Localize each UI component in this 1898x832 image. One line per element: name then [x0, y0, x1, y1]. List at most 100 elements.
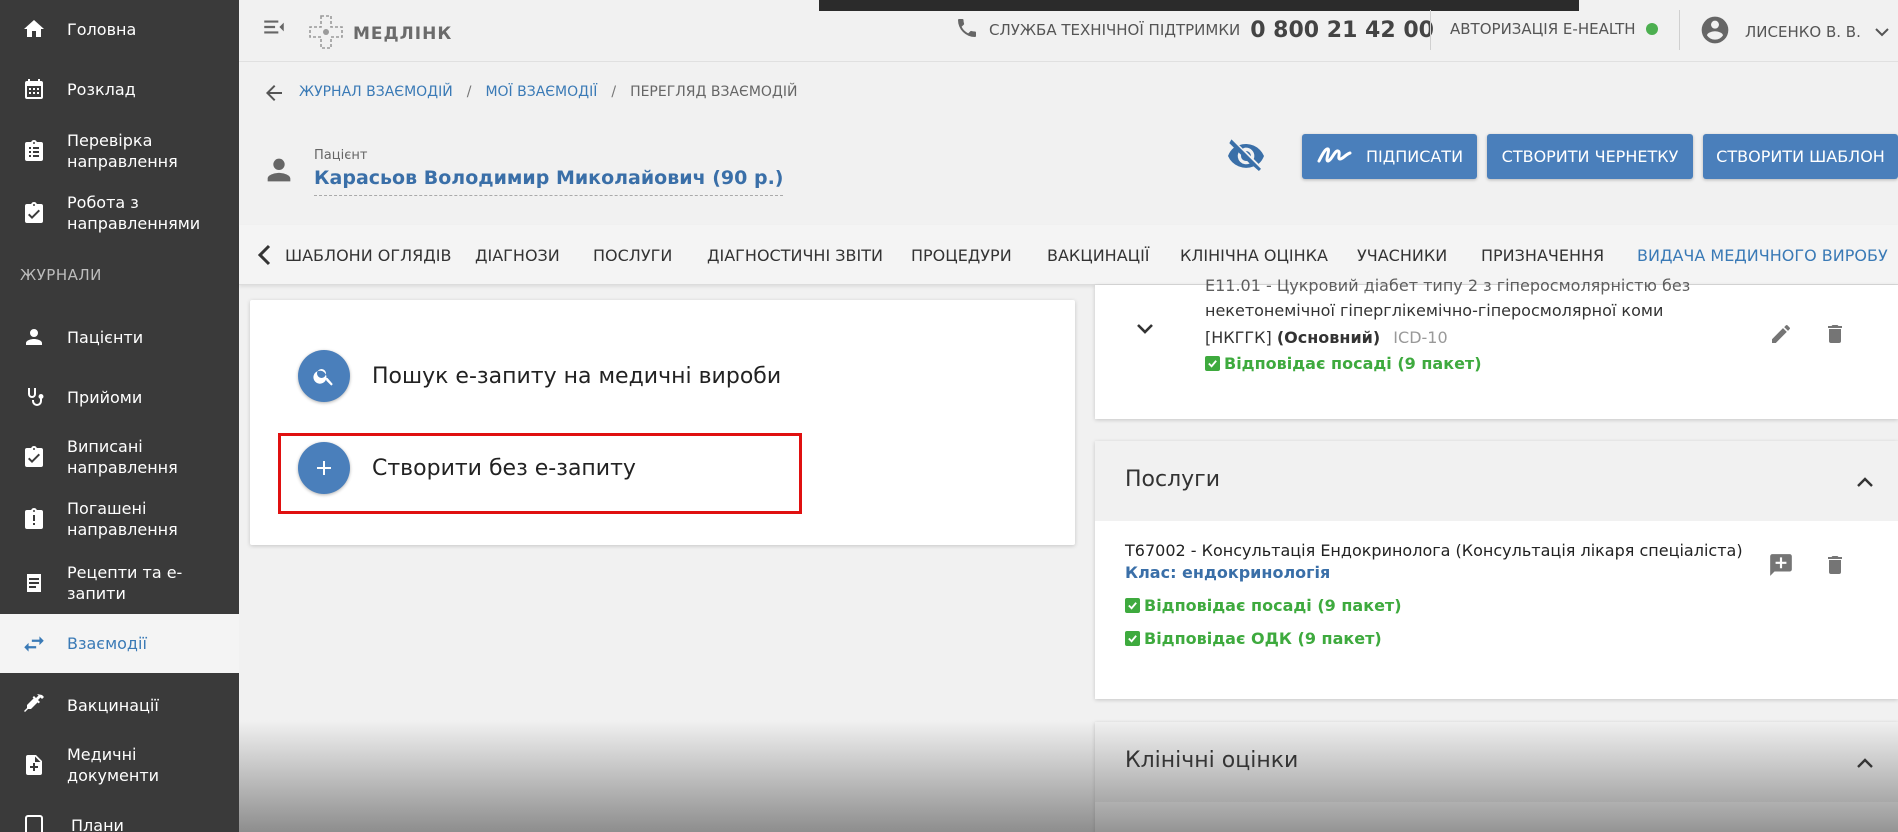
support-phone: 0 800 21 42 00 [1250, 17, 1434, 43]
tab-participants[interactable]: УЧАСНИКИ [1357, 246, 1447, 265]
breadcrumb-link-my[interactable]: МОЇ ВЗАЄМОДІЇ [485, 84, 597, 100]
account-circle-icon [1699, 14, 1731, 50]
support-label: СЛУЖБА ТЕХНІЧНОЇ ПІДТРИМКИ [989, 21, 1241, 39]
breadcrumb-current: ПЕРЕГЛЯД ВЗАЄМОДІЙ [630, 84, 798, 100]
home-icon [20, 15, 48, 43]
sidebar-item-issued-referrals[interactable]: Виписані направлення [0, 434, 239, 480]
plan-icon [20, 811, 48, 832]
sidebar-item-schedule[interactable]: Розклад [0, 72, 239, 106]
sidebar-item-interactions[interactable]: Взаємодії [0, 614, 239, 673]
delete-icon[interactable] [1820, 319, 1850, 349]
sidebar-item-label: Перевірка направлення [67, 131, 178, 171]
clinical-title: Клінічні оцінки [1125, 748, 1299, 773]
stethoscope-icon [20, 383, 48, 411]
logo-cross-icon [307, 13, 345, 55]
add-comment-icon[interactable] [1766, 550, 1796, 580]
search-erequest-action[interactable]: Пошук е-запиту на медичні вироби [298, 350, 781, 402]
chevron-down-icon [1875, 23, 1889, 41]
chevron-down-icon[interactable] [1135, 321, 1155, 340]
menu-collapse-icon[interactable] [261, 14, 287, 44]
tab-exam-templates[interactable]: ШАБЛОНИ ОГЛЯДІВ [285, 246, 451, 265]
chevron-up-icon[interactable] [1856, 754, 1874, 773]
diagnosis-system: ICD-10 [1393, 328, 1448, 347]
sidebar: Головна Розклад Перевірка направлення Ро… [0, 0, 239, 832]
service-status-odk-label: Відповідає ОДК (9 пакет) [1144, 629, 1382, 648]
diagnosis-line-1: E11.01 - Цукровий діабет типу 2 з гіперо… [1205, 276, 1691, 295]
tab-services[interactable]: ПОСЛУГИ [593, 246, 672, 265]
sidebar-item-vaccinations[interactable]: Вакцинації [0, 688, 239, 722]
sidebar-item-medical-documents[interactable]: Медичні документи [0, 742, 239, 788]
divider [1679, 10, 1680, 50]
tab-prescriptions[interactable]: ПРИЗНАЧЕННЯ [1481, 246, 1604, 265]
create-template-label: СТВОРИТИ ШАБЛОН [1716, 147, 1885, 166]
status-dot [1645, 23, 1658, 35]
clipboard-list-icon [20, 137, 48, 165]
tab-clinical-assessment[interactable]: КЛІНІЧНА ОЦІНКА [1180, 246, 1328, 265]
swap-icon [20, 630, 48, 658]
edit-icon[interactable] [1766, 319, 1796, 349]
check-icon [1125, 631, 1140, 646]
tab-procedures[interactable]: ПРОЦЕДУРИ [911, 246, 1012, 265]
sidebar-section-journals: ЖУРНАЛИ [20, 266, 102, 284]
logo[interactable]: МЕДЛІНК [307, 13, 452, 55]
user-name: ЛИСЕНКО В. В. [1745, 23, 1861, 41]
sidebar-item-label: Взаємодії [67, 634, 147, 653]
sidebar-item-referral-work[interactable]: Робота з направленнями [0, 190, 239, 236]
sidebar-item-label: Погашені направлення [67, 499, 178, 539]
service-status-odk: Відповідає ОДК (9 пакет) [1125, 629, 1382, 648]
diagnosis-line-2: некетонемічної гіперглікемічно-гіперосмо… [1205, 301, 1664, 320]
sidebar-item-label: Розклад [67, 79, 136, 99]
sidebar-item-patients[interactable]: Пацієнти [0, 320, 239, 354]
check-icon [1205, 356, 1220, 371]
breadcrumb-link-journal[interactable]: ЖУРНАЛ ВЗАЄМОДІЙ [299, 84, 453, 100]
diagnosis-status-label: Відповідає посаді (9 пакет) [1224, 354, 1482, 373]
tab-medical-device-dispense[interactable]: ВИДАЧА МЕДИЧНОГО ВИРОБУ [1637, 246, 1888, 265]
services-header[interactable]: Послуги [1095, 441, 1898, 521]
sidebar-item-home[interactable]: Головна [0, 12, 239, 46]
sidebar-item-referral-check[interactable]: Перевірка направлення [0, 128, 239, 174]
service-status-position: Відповідає посаді (9 пакет) [1125, 596, 1402, 615]
diagnosis-code: [НКГГК] [1205, 328, 1272, 347]
sidebar-item-label: Виписані направлення [67, 437, 178, 477]
clipboard-alert-icon [20, 505, 48, 533]
chevron-left-icon[interactable] [255, 243, 275, 271]
back-arrow-icon[interactable] [262, 81, 286, 109]
patient-name[interactable]: Карасьов Володимир Миколайович (90 р.) [314, 167, 784, 196]
create-draft-button[interactable]: СТВОРИТИ ЧЕРНЕТКУ [1487, 134, 1693, 179]
breadcrumb-separator: / [466, 84, 472, 100]
diagnosis-status: Відповідає посаді (9 пакет) [1205, 354, 1482, 373]
sidebar-item-label: Головна [67, 19, 137, 39]
ehealth-status: АВТОРИЗАЦІЯ E-HEALTH [1450, 20, 1658, 38]
user-menu[interactable]: ЛИСЕНКО В. В. [1699, 14, 1889, 50]
tab-diagnoses[interactable]: ДІАГНОЗИ [475, 246, 560, 265]
sign-button-label: ПІДПИСАТИ [1365, 147, 1464, 166]
service-status-position-label: Відповідає посаді (9 пакет) [1144, 596, 1402, 615]
eye-off-icon[interactable] [1226, 136, 1266, 180]
sidebar-item-label: Робота з направленнями [67, 193, 201, 233]
chevron-up-icon[interactable] [1856, 473, 1874, 492]
search-erequest-label: Пошук е-запиту на медичні вироби [372, 363, 782, 389]
sidebar-item-prescriptions[interactable]: Рецепти та е-запити [0, 560, 239, 606]
create-template-button[interactable]: СТВОРИТИ ШАБЛОН [1703, 134, 1898, 179]
breadcrumb-separator: / [611, 84, 617, 100]
sign-button[interactable]: ПІДПИСАТИ [1302, 134, 1477, 179]
tab-diagnostic-reports[interactable]: ДІАГНОСТИЧНІ ЗВІТИ [707, 246, 883, 265]
tab-vaccinations[interactable]: ВАКЦИНАЦІЇ [1047, 246, 1150, 265]
clinical-header[interactable]: Клінічні оцінки [1095, 722, 1898, 802]
sidebar-item-label: Пацієнти [67, 327, 144, 347]
service-class: Клас: ендокринологія [1125, 563, 1331, 582]
sidebar-item-plans[interactable]: Плани [0, 808, 239, 832]
create-draft-label: СТВОРИТИ ЧЕРНЕТКУ [1501, 147, 1679, 166]
sidebar-item-redeemed-referrals[interactable]: Погашені направлення [0, 496, 239, 542]
calendar-icon [20, 75, 48, 103]
diagnosis-card: E11.01 - Цукровий діабет типу 2 з гіперо… [1095, 276, 1898, 419]
diagnosis-primary: (Основний) [1276, 328, 1381, 347]
logo-text: МЕДЛІНК [353, 24, 453, 44]
delete-icon[interactable] [1820, 550, 1850, 580]
sidebar-item-label: Плани [71, 815, 124, 832]
clipboard-check-icon [20, 443, 48, 471]
sidebar-item-appointments[interactable]: Прийоми [0, 380, 239, 414]
service-item-title: Т67002 - Консультація Ендокринолога (Кон… [1125, 541, 1743, 560]
services-title: Послуги [1125, 467, 1221, 492]
person-icon [20, 323, 48, 351]
